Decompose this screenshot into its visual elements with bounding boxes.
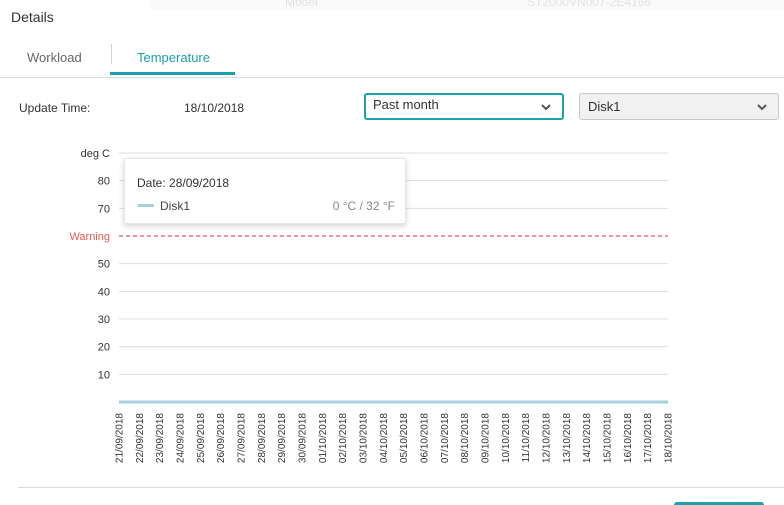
x-tick-label: 12/10/2018	[542, 413, 553, 463]
y-tick-label: 50	[98, 259, 110, 271]
chevron-down-icon	[757, 104, 767, 111]
x-tick-label: 15/10/2018	[603, 413, 614, 463]
x-tick-label: 21/09/2018	[115, 413, 126, 463]
tooltip-series-name: Disk1	[160, 199, 191, 213]
chart-tooltip: Date: 28/09/2018 Disk1 0 °C / 32 °F	[124, 158, 406, 224]
y-tick-label: 40	[98, 286, 110, 298]
x-tick-label: 29/09/2018	[277, 413, 288, 463]
tab-bar: Workload Temperature	[0, 38, 784, 78]
y-tick-label: 70	[98, 203, 110, 215]
x-tick-label: 17/10/2018	[643, 413, 654, 463]
x-tick-label: 30/09/2018	[298, 413, 309, 463]
x-tick-label: 18/10/2018	[664, 413, 675, 463]
x-tick-label: 06/10/2018	[420, 413, 431, 463]
y-tick-label: 30	[98, 314, 110, 326]
x-tick-label: 25/09/2018	[196, 413, 207, 463]
dialog-title: Details	[11, 9, 54, 25]
x-tick-label: 24/09/2018	[176, 413, 187, 463]
update-time-label: Update Time:	[19, 101, 91, 115]
ghost-model-value: ST2000VN007-2E4166	[527, 0, 652, 9]
disk-select[interactable]: Disk1	[579, 93, 779, 120]
footer-divider	[18, 487, 784, 488]
x-tick-label: 04/10/2018	[379, 413, 390, 463]
x-tick-label: 11/10/2018	[521, 413, 532, 463]
x-tick-label: 23/09/2018	[155, 413, 166, 463]
tab-temperature[interactable]: Temperature	[137, 50, 210, 65]
chevron-down-icon	[541, 104, 551, 111]
x-tick-label: 08/10/2018	[460, 413, 471, 463]
y-tick-label: 20	[98, 342, 110, 354]
x-tick-label: 05/10/2018	[399, 413, 410, 463]
x-tick-label: 07/10/2018	[440, 413, 451, 463]
tooltip-series-swatch	[138, 204, 154, 207]
ghost-model-label: Model	[285, 0, 318, 9]
x-tick-label: 22/09/2018	[135, 413, 146, 463]
x-tick-label: 01/10/2018	[318, 413, 329, 463]
disk-select-value: Disk1	[588, 99, 621, 114]
warning-label: Warning	[69, 231, 110, 243]
x-tick-label: 28/09/2018	[257, 413, 268, 463]
x-tick-label: 26/09/2018	[216, 413, 227, 463]
x-tick-label: 03/10/2018	[359, 413, 370, 463]
x-tick-label: 16/10/2018	[623, 413, 634, 463]
time-range-select[interactable]: Past month	[364, 93, 564, 120]
tooltip-series-value: 0 °C / 32 °F	[332, 199, 395, 213]
x-tick-label: 14/10/2018	[582, 413, 593, 463]
tooltip-date: Date: 28/09/2018	[137, 176, 230, 190]
y-tick-label: 10	[98, 369, 110, 381]
x-tick-label: 02/10/2018	[338, 413, 349, 463]
update-time-value: 18/10/2018	[184, 101, 245, 115]
time-range-value: Past month	[373, 97, 439, 112]
y-tick-label: 80	[98, 176, 110, 188]
y-axis-title: deg C	[81, 148, 110, 160]
x-tick-label: 27/09/2018	[237, 413, 248, 463]
tab-workload[interactable]: Workload	[27, 50, 82, 65]
background-header-band	[150, 0, 784, 10]
active-tab-indicator	[110, 72, 235, 75]
x-tick-label: 10/10/2018	[501, 413, 512, 463]
tab-separator	[111, 44, 112, 64]
x-tick-label: 09/10/2018	[481, 413, 492, 463]
x-tick-label: 13/10/2018	[562, 413, 573, 463]
